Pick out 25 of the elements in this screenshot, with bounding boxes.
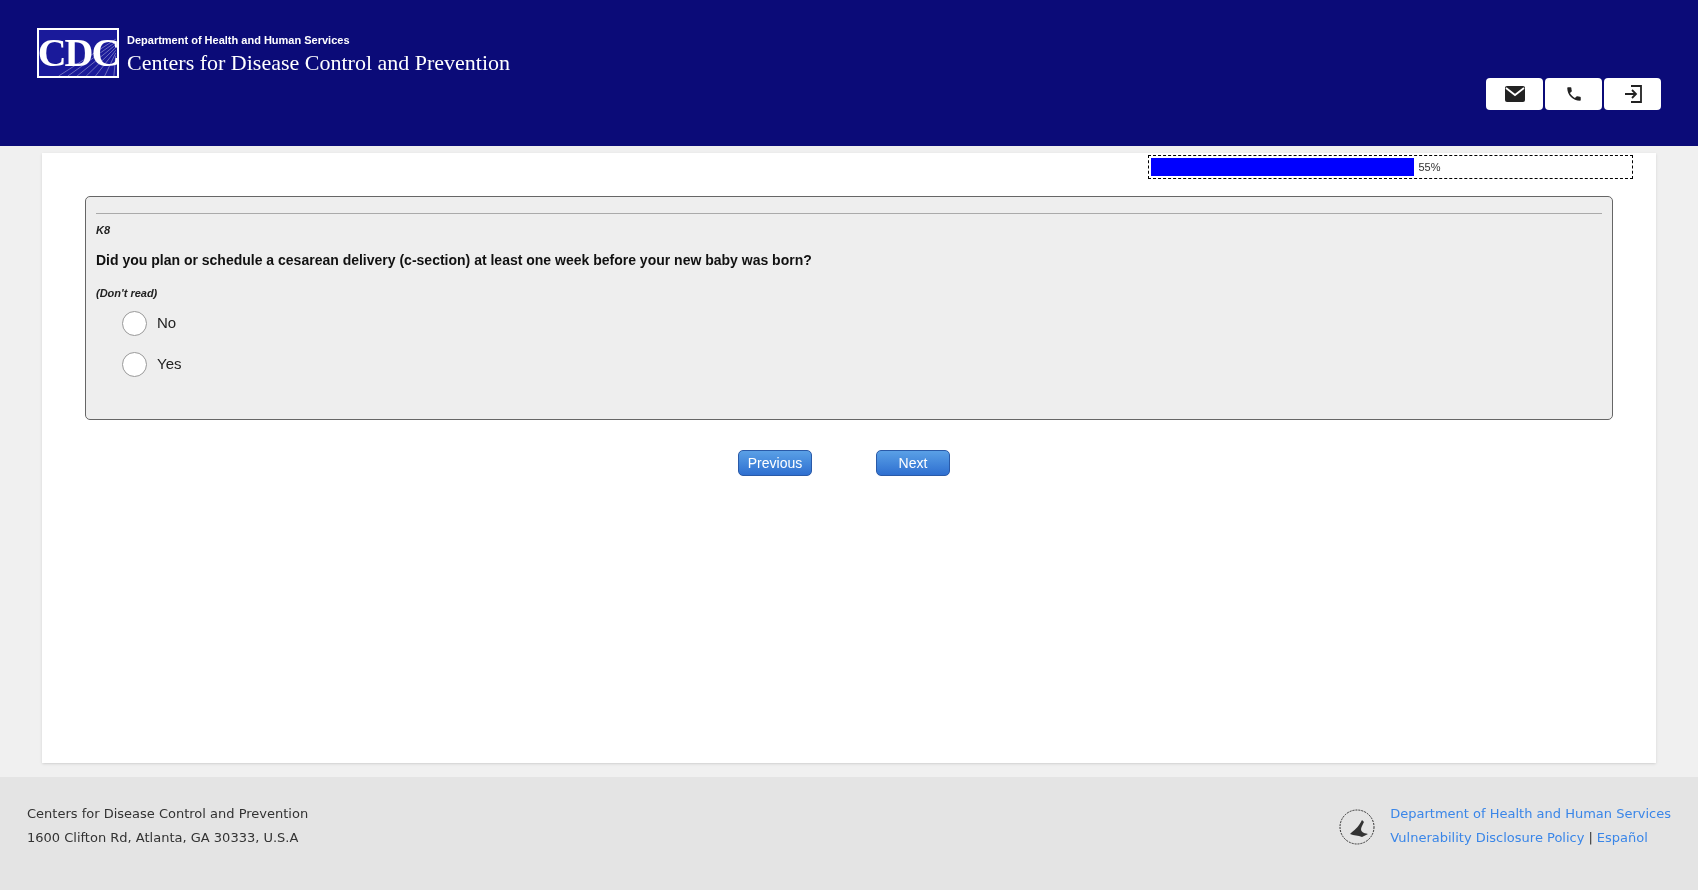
spanish-language-link[interactable]: Español xyxy=(1596,827,1648,847)
question-text: Did you plan or schedule a cesarean delivery (c-section) at least one week before your new baby was born? xyxy=(96,250,813,270)
answer-option[interactable]: No xyxy=(122,311,177,336)
exit-button[interactable] xyxy=(1604,78,1661,110)
agency-name: Centers for Disease Control and Prevention xyxy=(127,48,511,76)
vulnerability-policy-link[interactable]: Vulnerability Disclosure Policy xyxy=(1390,827,1585,847)
cdc-logo: CDC xyxy=(37,28,119,78)
phone-icon xyxy=(1564,85,1583,103)
email-button[interactable] xyxy=(1486,78,1543,110)
next-button[interactable]: Next xyxy=(876,450,950,476)
mail-icon xyxy=(1504,86,1525,102)
address-line: 1600 Clifton Rd, Atlanta, GA 30333, U.S.A xyxy=(27,828,300,847)
question-code: K8 xyxy=(96,223,112,238)
progress-percent: 55% xyxy=(1418,159,1441,175)
radio-button[interactable] xyxy=(122,352,147,377)
link-separator: | xyxy=(1588,828,1593,847)
phone-button[interactable] xyxy=(1545,78,1602,110)
department-name: Department of Health and Human Services xyxy=(127,33,351,48)
hhs-link[interactable]: Department of Health and Human Services xyxy=(1390,804,1671,824)
answer-option[interactable]: Yes xyxy=(122,352,182,377)
radio-button[interactable] xyxy=(122,311,147,336)
previous-button[interactable]: Previous xyxy=(738,450,812,476)
sign-in-icon xyxy=(1623,85,1642,103)
address-line: Centers for Disease Control and Prevention xyxy=(27,805,309,823)
interviewer-note: (Don't read) xyxy=(96,285,159,301)
